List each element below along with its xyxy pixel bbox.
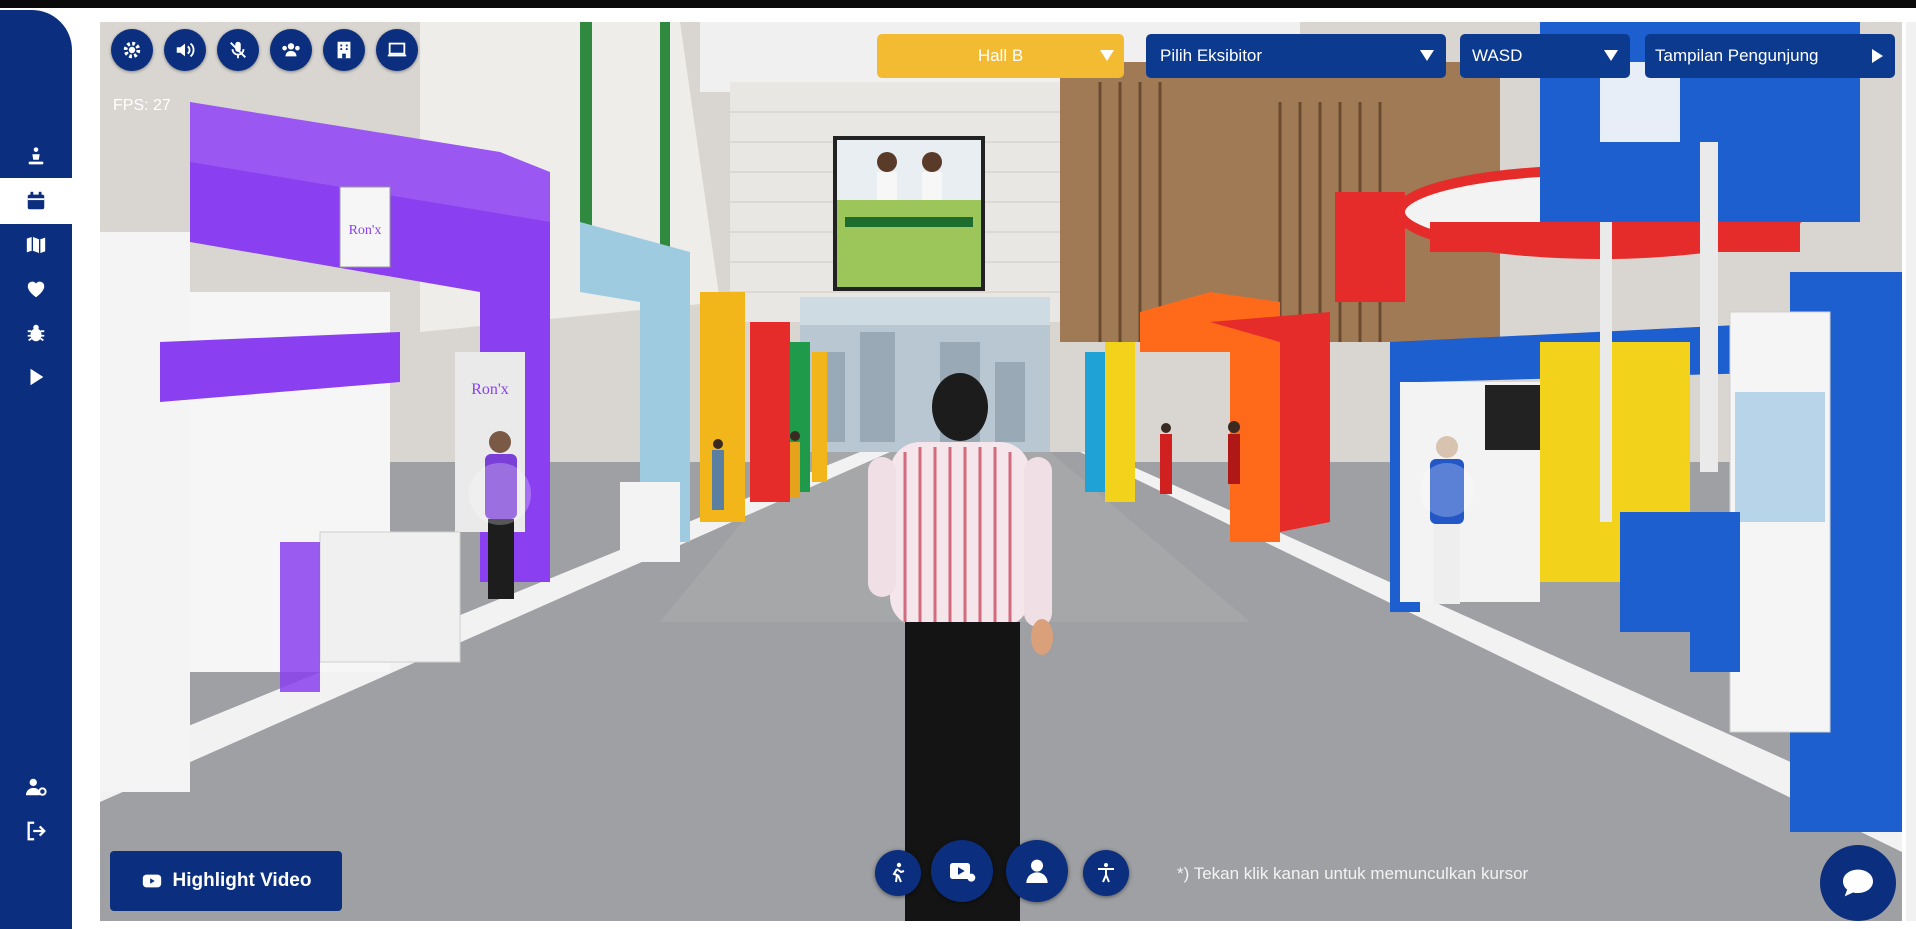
- booth-sign: Ron'x: [349, 223, 382, 238]
- controls-select[interactable]: WASD: [1460, 34, 1630, 78]
- map-icon: [26, 236, 46, 254]
- hall-select[interactable]: Hall B: [877, 34, 1124, 78]
- booth-sign: Ron'x: [471, 381, 509, 398]
- sidebar-item-user-settings[interactable]: [0, 764, 72, 810]
- bug-icon: [27, 324, 45, 342]
- chat-button[interactable]: [1820, 845, 1896, 921]
- sidebar-item-logout[interactable]: [0, 808, 72, 854]
- video-call-button[interactable]: [931, 840, 993, 902]
- expo-hall-scene: Ron'x Ron'x: [100, 22, 1902, 921]
- window-top-edge: [0, 0, 1916, 8]
- settings-button[interactable]: [111, 29, 153, 71]
- sidebar-item-map[interactable]: [0, 222, 72, 268]
- gear-icon: [123, 41, 141, 59]
- avatar-button[interactable]: [1006, 840, 1068, 902]
- sidebar-item-podium[interactable]: [0, 134, 72, 180]
- virtual-expo-viewport[interactable]: Ron'x Ron'x FPS: 27 Hall B Pilih Eksibit…: [100, 22, 1902, 921]
- users-button[interactable]: [270, 29, 312, 71]
- logout-icon: [27, 821, 46, 841]
- sidebar-item-bug-report[interactable]: [0, 310, 72, 356]
- heart-icon: [27, 281, 45, 298]
- view-mode-label: Tampilan Pengunjung: [1655, 46, 1819, 65]
- user-settings-icon: [25, 778, 47, 796]
- building-icon: [337, 41, 351, 59]
- building-button[interactable]: [323, 29, 365, 71]
- exhibitor-select-value: Pilih Eksibitor: [1160, 46, 1263, 65]
- microphone-toggle-button[interactable]: [217, 29, 259, 71]
- walk-button[interactable]: [875, 850, 921, 896]
- view-mode-button[interactable]: Tampilan Pengunjung: [1645, 34, 1895, 78]
- chevron-down-icon: [1100, 50, 1114, 61]
- video-play-icon: [950, 863, 976, 882]
- cursor-hint: *) Tekan klik kanan untuk memunculkan ku…: [1177, 864, 1529, 883]
- screen-button[interactable]: [376, 29, 418, 71]
- avatar-icon: [1026, 859, 1048, 883]
- sidebar-item-play[interactable]: [0, 354, 72, 400]
- chevron-down-icon: [1420, 50, 1434, 61]
- volume-button[interactable]: [164, 29, 206, 71]
- youtube-icon: [142, 874, 161, 888]
- highlight-video-button[interactable]: Highlight Video: [110, 851, 342, 911]
- walk-icon: [892, 862, 905, 883]
- sidebar-item-calendar[interactable]: [0, 178, 72, 224]
- controls-select-value: WASD: [1472, 46, 1523, 65]
- calendar-icon: [27, 191, 45, 210]
- microphone-off-icon: [230, 41, 246, 59]
- fps-counter: FPS: 27: [113, 97, 171, 114]
- hall-select-value: Hall B: [977, 46, 1024, 65]
- chevron-right-icon: [1872, 49, 1883, 63]
- page-scrollbar[interactable]: [1906, 22, 1916, 921]
- exhibitor-select[interactable]: Pilih Eksibitor: [1146, 34, 1446, 78]
- play-icon: [30, 368, 44, 386]
- chevron-down-icon: [1604, 50, 1618, 61]
- person-podium-icon: [28, 147, 44, 165]
- accessibility-icon: [1098, 863, 1114, 883]
- monitor-icon: [387, 42, 407, 57]
- left-sidebar: [0, 10, 72, 929]
- sidebar-item-favorites[interactable]: [0, 266, 72, 312]
- volume-icon: [176, 42, 195, 58]
- highlight-video-label: Highlight Video: [172, 870, 312, 891]
- accessibility-button[interactable]: [1083, 850, 1129, 896]
- users-icon: [282, 43, 300, 57]
- chat-bubble-icon: [1843, 869, 1873, 897]
